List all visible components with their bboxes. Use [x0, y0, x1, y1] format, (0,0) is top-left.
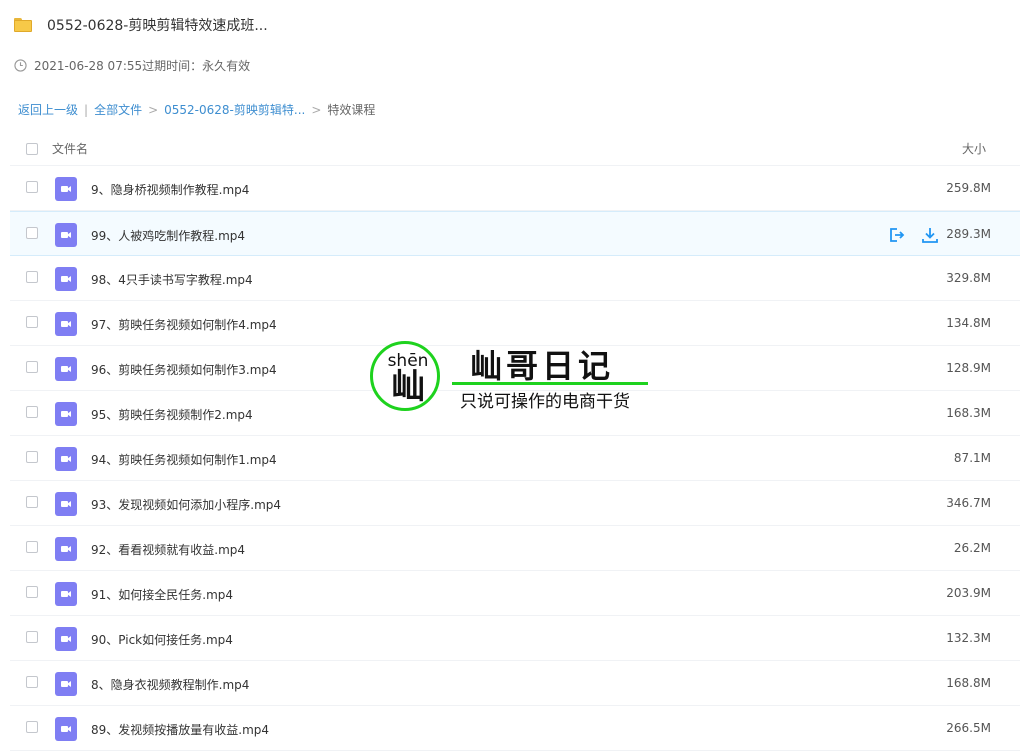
file-name[interactable]: 94、剪映任务视频如何制作1.mp4: [91, 451, 277, 468]
watermark-circle: shēn 屾: [370, 341, 440, 411]
file-row[interactable]: 89、发视频按播放量有收益.mp4 266.5M: [10, 706, 1020, 751]
file-name[interactable]: 93、发现视频如何添加小程序.mp4: [91, 496, 281, 513]
breadcrumb-arrow: >: [311, 102, 322, 117]
file-name[interactable]: 97、剪映任务视频如何制作4.mp4: [91, 316, 277, 333]
file-row[interactable]: 93、发现视频如何添加小程序.mp4 346.7M: [10, 481, 1020, 526]
video-file-icon: [55, 492, 77, 516]
file-size: 346.7M: [946, 496, 991, 510]
file-size: 168.3M: [946, 406, 991, 420]
watermark-underline: [452, 382, 648, 385]
file-size: 329.8M: [946, 271, 991, 285]
file-size: 203.9M: [946, 586, 991, 600]
watermark-title: 屾哥日记: [470, 347, 615, 385]
file-name[interactable]: 89、发视频按播放量有收益.mp4: [91, 721, 269, 738]
file-row[interactable]: 98、4只手读书写字教程.mp4 329.8M: [10, 256, 1020, 301]
file-size: 128.9M: [946, 361, 991, 375]
video-file-icon: [55, 627, 77, 651]
row-checkbox[interactable]: [26, 496, 38, 508]
row-actions: [886, 225, 940, 245]
video-file-icon: [55, 402, 77, 426]
download-icon[interactable]: [920, 225, 940, 245]
breadcrumb-separator: |: [84, 102, 89, 117]
folder-header: 0552-0628-剪映剪辑特效速成班...: [14, 12, 268, 38]
file-size: 132.3M: [946, 631, 991, 645]
file-size: 259.8M: [946, 181, 991, 195]
breadcrumb: 返回上一级 | 全部文件 > 0552-0628-剪映剪辑特... > 特效课程: [18, 101, 375, 118]
watermark-char: 屾: [391, 367, 425, 407]
video-file-icon: [55, 267, 77, 291]
video-file-icon: [55, 537, 77, 561]
video-file-icon: [55, 357, 77, 381]
file-name[interactable]: 9、隐身桥视频制作教程.mp4: [91, 181, 249, 198]
watermark-logo: shēn 屾 屾哥日记 只说可操作的电商干货: [370, 341, 650, 417]
column-header-size[interactable]: 大小: [962, 140, 986, 157]
breadcrumb-arrow: >: [148, 102, 159, 117]
breadcrumb-parent-link[interactable]: 0552-0628-剪映剪辑特...: [164, 101, 305, 118]
file-row[interactable]: 9、隐身桥视频制作教程.mp4 259.8M: [10, 166, 1020, 211]
file-size: 87.1M: [953, 451, 991, 465]
share-meta: 2021-06-28 07:55过期时间：永久有效: [14, 56, 250, 74]
file-list-header: 文件名 大小: [10, 133, 1020, 166]
file-row[interactable]: 91、如何接全民任务.mp4 203.9M: [10, 571, 1020, 616]
folder-icon: [14, 18, 32, 32]
file-row[interactable]: 90、Pick如何接任务.mp4 132.3M: [10, 616, 1020, 661]
video-file-icon: [55, 582, 77, 606]
breadcrumb-current: 特效课程: [327, 103, 376, 117]
clock-icon: [14, 58, 27, 72]
row-checkbox[interactable]: [26, 406, 38, 418]
file-size: 134.8M: [946, 316, 991, 330]
row-checkbox[interactable]: [26, 541, 38, 553]
row-checkbox[interactable]: [26, 451, 38, 463]
file-name[interactable]: 95、剪映任务视频制作2.mp4: [91, 406, 253, 423]
select-all-checkbox[interactable]: [26, 143, 38, 155]
watermark-subtitle: 只说可操作的电商干货: [460, 392, 630, 412]
file-name[interactable]: 91、如何接全民任务.mp4: [91, 586, 233, 603]
folder-title: 0552-0628-剪映剪辑特效速成班...: [47, 18, 268, 34]
row-checkbox[interactable]: [26, 361, 38, 373]
file-row[interactable]: 99、人被鸡吃制作教程.mp4 289.3M: [10, 211, 1020, 256]
file-size: 168.8M: [946, 676, 991, 690]
row-checkbox[interactable]: [26, 316, 38, 328]
file-name[interactable]: 8、隐身衣视频教程制作.mp4: [91, 676, 249, 693]
file-name[interactable]: 98、4只手读书写字教程.mp4: [91, 271, 253, 288]
row-checkbox[interactable]: [26, 676, 38, 688]
file-list: 9、隐身桥视频制作教程.mp4 259.8M 99、人被鸡吃制作教程.mp4 289.…: [10, 166, 1020, 751]
file-row[interactable]: 97、剪映任务视频如何制作4.mp4 134.8M: [10, 301, 1020, 346]
video-file-icon: [55, 672, 77, 696]
file-size: 26.2M: [953, 541, 991, 555]
video-file-icon: [55, 312, 77, 336]
file-name[interactable]: 92、看看视频就有收益.mp4: [91, 541, 245, 558]
expiry-text: 2021-06-28 07:55过期时间：永久有效: [34, 58, 251, 73]
video-file-icon: [55, 223, 77, 247]
file-row[interactable]: 94、剪映任务视频如何制作1.mp4 87.1M: [10, 436, 1020, 481]
column-header-name[interactable]: 文件名: [52, 140, 88, 157]
share-icon[interactable]: [886, 225, 906, 245]
breadcrumb-all-files-link[interactable]: 全部文件: [94, 101, 142, 118]
row-checkbox[interactable]: [26, 721, 38, 733]
file-name[interactable]: 96、剪映任务视频如何制作3.mp4: [91, 361, 277, 378]
row-checkbox[interactable]: [26, 271, 38, 283]
file-size: 289.3M: [946, 227, 991, 241]
file-row[interactable]: 92、看看视频就有收益.mp4 26.2M: [10, 526, 1020, 571]
row-checkbox[interactable]: [26, 586, 38, 598]
breadcrumb-back-link[interactable]: 返回上一级: [18, 101, 78, 118]
file-size: 266.5M: [946, 721, 991, 735]
video-file-icon: [55, 447, 77, 471]
file-row[interactable]: 8、隐身衣视频教程制作.mp4 168.8M: [10, 661, 1020, 706]
video-file-icon: [55, 177, 77, 201]
video-file-icon: [55, 717, 77, 741]
row-checkbox[interactable]: [26, 631, 38, 643]
file-name[interactable]: 99、人被鸡吃制作教程.mp4: [91, 227, 245, 244]
row-checkbox[interactable]: [26, 227, 38, 239]
row-checkbox[interactable]: [26, 181, 38, 193]
file-name[interactable]: 90、Pick如何接任务.mp4: [91, 631, 233, 648]
